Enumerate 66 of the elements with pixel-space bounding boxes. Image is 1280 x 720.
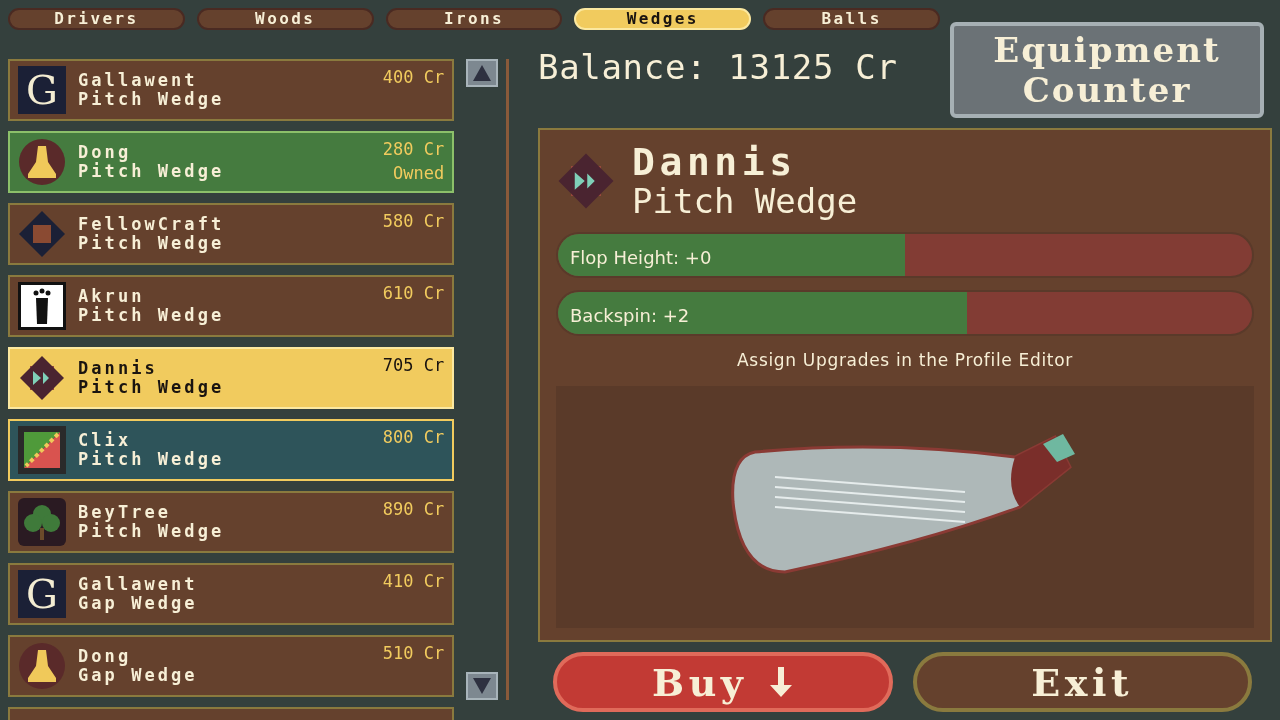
category-tab[interactable]: Balls	[763, 8, 940, 30]
equipment-list-item[interactable]: Dong Pitch Wedge 280 Cr Owned	[8, 131, 455, 193]
fast-forward-icon	[556, 151, 616, 211]
letter-logo-icon: G	[18, 570, 66, 618]
stat-label: Backspin: +2	[570, 304, 690, 328]
brand-name: FellowCraft	[78, 215, 226, 234]
footprint-icon	[18, 282, 66, 330]
category-tab[interactable]: Irons	[385, 8, 563, 30]
down-arrow-icon	[767, 667, 794, 697]
price: 410 Cr	[382, 570, 445, 593]
price: 280 Cr	[382, 138, 445, 161]
club-name: Pitch Wedge	[78, 90, 226, 109]
screen-title: Equipment Counter	[992, 30, 1222, 110]
price: 610 Cr	[382, 282, 445, 305]
club-name: Gap Wedge	[78, 594, 199, 613]
up-triangle-icon	[473, 65, 492, 81]
brand-name: Dannis	[78, 359, 159, 378]
down-triangle-icon	[473, 678, 492, 694]
flag-icon	[18, 426, 66, 474]
tree-icon	[18, 498, 66, 546]
detail-club: Pitch Wedge	[632, 182, 858, 220]
brand-name: Clix	[78, 431, 133, 450]
letter-logo-icon: G	[18, 66, 66, 114]
price: 580 Cr	[382, 210, 445, 233]
brand-name: Gallawent	[78, 575, 199, 594]
fast-forward-icon	[18, 354, 66, 402]
equipment-list-item[interactable]: Clix Pitch Wedge 800 Cr	[8, 419, 455, 481]
equipment-list-item[interactable]: BeyTree Pitch Wedge 890 Cr	[8, 491, 455, 553]
brand-name: Dong	[78, 647, 133, 666]
brand-name: BeyTree	[78, 503, 173, 522]
upgrade-hint: Assign Upgrades in the Profile Editor	[736, 349, 1074, 372]
owned-label: Owned	[392, 162, 445, 185]
equipment-list-item[interactable]: Dong Gap Wedge 510 Cr	[8, 635, 455, 697]
brand-name: Akrun	[78, 287, 146, 306]
equipment-list-item[interactable]: G Gallawent Pitch Wedge 400 Cr	[8, 59, 455, 121]
category-tab[interactable]: Woods	[196, 8, 374, 30]
price: 400 Cr	[382, 66, 445, 89]
price: 510 Cr	[382, 642, 445, 665]
exit-button[interactable]: Exit	[912, 652, 1252, 712]
brand-name: Dong	[78, 143, 132, 162]
scroll-down-button[interactable]	[466, 672, 499, 700]
club-name: Pitch Wedge	[78, 162, 226, 181]
club-name: Gap Wedge	[78, 666, 199, 685]
equipment-list-item[interactable]: G Gallawent Gap Wedge 410 Cr	[8, 563, 455, 625]
bell-icon	[18, 642, 66, 690]
bell-icon	[18, 138, 66, 186]
category-tab[interactable]: Wedges	[574, 8, 752, 30]
brand-name: Gallawent	[78, 71, 199, 90]
price: 800 Cr	[382, 426, 445, 449]
price: 705 Cr	[382, 354, 445, 377]
club-name: Pitch Wedge	[78, 522, 226, 541]
buy-button[interactable]: Buy	[553, 652, 893, 712]
category-tab[interactable]: Drivers	[8, 8, 185, 30]
equipment-list-item[interactable]: Akrun Pitch Wedge 610 Cr	[8, 275, 455, 337]
equipment-list-item[interactable]: Dannis Pitch Wedge 705 Cr	[8, 347, 455, 409]
scroll-up-button[interactable]	[466, 59, 499, 87]
club-name: Pitch Wedge	[78, 306, 226, 325]
stat-label: Flop Height: +0	[570, 246, 712, 270]
detail-brand: Dannis	[632, 142, 798, 182]
club-name: Pitch Wedge	[78, 450, 226, 469]
club-name: Pitch Wedge	[78, 378, 226, 397]
balance-text: Balance: 13125 Cr	[538, 46, 898, 89]
price: 890 Cr	[382, 498, 445, 521]
equipment-list-item[interactable]: FellowCraft Pitch Wedge 580 Cr	[8, 203, 455, 265]
diamond-cube-icon	[18, 210, 66, 258]
club-name: Pitch Wedge	[78, 234, 226, 253]
